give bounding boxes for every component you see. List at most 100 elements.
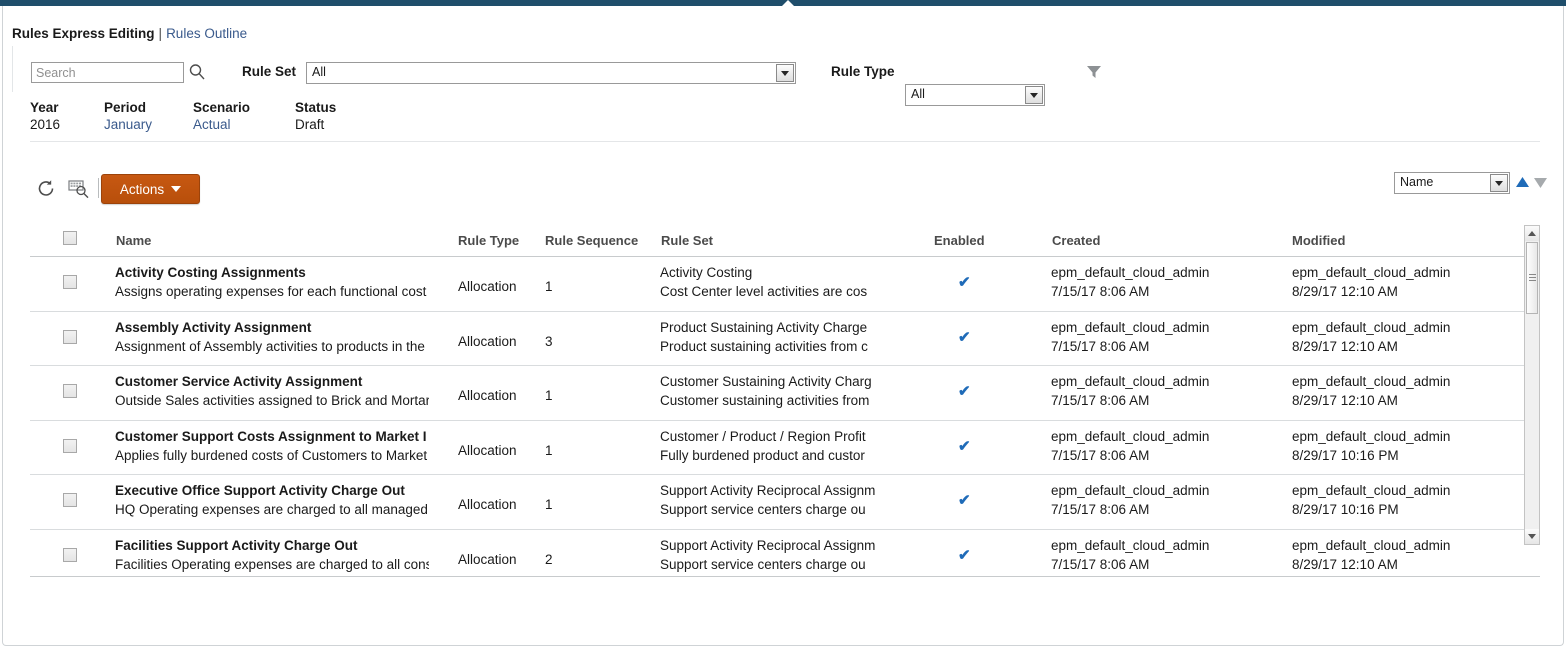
cell-modified: epm_default_cloud_admin8/29/17 10:16 PM (1292, 428, 1512, 465)
pov-period[interactable]: Period January (104, 99, 152, 134)
cell-name[interactable]: Executive Office Support Activity Charge… (115, 482, 429, 519)
scroll-down-arrow-icon[interactable] (1525, 529, 1539, 544)
filter-funnel-icon[interactable] (1084, 62, 1104, 82)
row-checkbox[interactable] (63, 384, 77, 398)
table-body: Activity Costing AssignmentsAssigns oper… (30, 257, 1540, 577)
column-header-rule-sequence[interactable]: Rule Sequence (545, 233, 638, 248)
cell-enabled: ✔ (958, 330, 988, 345)
created-by: epm_default_cloud_admin (1051, 264, 1271, 282)
refresh-icon[interactable] (36, 178, 56, 199)
cell-name[interactable]: Customer Support Costs Assignment to Mar… (115, 428, 429, 465)
rule-name: Executive Office Support Activity Charge… (115, 482, 429, 500)
row-checkbox[interactable] (63, 330, 77, 344)
created-by: epm_default_cloud_admin (1051, 537, 1271, 555)
modified-by: epm_default_cloud_admin (1292, 373, 1512, 391)
cell-rule-sequence: 1 (545, 497, 605, 512)
rule-description: Outside Sales activities assigned to Bri… (115, 391, 429, 410)
cell-rule-type: Allocation (458, 497, 533, 512)
modified-on: 8/29/17 10:16 PM (1292, 446, 1512, 465)
query-by-example-icon[interactable] (68, 179, 90, 199)
cell-rule-set: Customer / Product / Region ProfitFully … (660, 428, 878, 465)
rules-outline-link[interactable]: Rules Outline (166, 26, 247, 41)
cell-rule-set: Customer Sustaining Activity ChargCustom… (660, 373, 878, 410)
cell-modified: epm_default_cloud_admin8/29/17 12:10 AM (1292, 537, 1512, 574)
created-on: 7/15/17 8:06 AM (1051, 391, 1271, 410)
row-checkbox[interactable] (63, 548, 77, 562)
sort-field-select[interactable]: Name (1394, 172, 1510, 194)
rule-name: Activity Costing Assignments (115, 264, 429, 282)
cell-rule-sequence: 1 (545, 388, 605, 403)
chevron-down-icon[interactable] (776, 64, 794, 82)
pov-year-label: Year (30, 99, 60, 116)
pov-period-value[interactable]: January (104, 116, 152, 134)
table-row[interactable]: Customer Support Costs Assignment to Mar… (30, 421, 1540, 476)
enabled-check-icon: ✔ (958, 384, 971, 399)
table-vertical-scrollbar[interactable] (1524, 225, 1540, 545)
search-icon[interactable] (188, 62, 206, 82)
actions-button[interactable]: Actions (101, 174, 200, 204)
enabled-check-icon: ✔ (958, 439, 971, 454)
cell-created: epm_default_cloud_admin7/15/17 8:06 AM (1051, 428, 1271, 465)
table-row[interactable]: Facilities Support Activity Charge OutFa… (30, 530, 1540, 578)
column-header-rule-type[interactable]: Rule Type (458, 233, 519, 248)
cell-rule-set: Product Sustaining Activity ChargeProduc… (660, 319, 878, 356)
column-header-created[interactable]: Created (1052, 233, 1100, 248)
rule-set-label: Rule Set (242, 64, 296, 79)
column-header-enabled[interactable]: Enabled (934, 233, 985, 248)
cell-modified: epm_default_cloud_admin8/29/17 10:16 PM (1292, 482, 1512, 519)
sort-ascending-icon[interactable] (1514, 174, 1531, 191)
pov-scenario[interactable]: Scenario Actual (193, 99, 250, 134)
scrollbar-thumb[interactable] (1526, 242, 1538, 314)
cell-rule-sequence: 1 (545, 279, 605, 294)
modified-by: epm_default_cloud_admin (1292, 537, 1512, 555)
cell-enabled: ✔ (958, 384, 988, 399)
rule-description: Assigns operating expenses for each func… (115, 282, 429, 301)
pov-year-value: 2016 (30, 116, 60, 134)
enabled-check-icon: ✔ (958, 548, 971, 563)
cell-enabled: ✔ (958, 275, 988, 290)
rule-set-select[interactable]: All (306, 62, 796, 84)
cell-rule-sequence: 3 (545, 334, 605, 349)
cell-name[interactable]: Assembly Activity AssignmentAssignment o… (115, 319, 429, 356)
rule-set-name: Support Activity Reciprocal Assignm (660, 482, 878, 500)
cell-modified: epm_default_cloud_admin8/29/17 12:10 AM (1292, 319, 1512, 356)
cell-name[interactable]: Activity Costing AssignmentsAssigns oper… (115, 264, 429, 301)
search-input[interactable] (31, 62, 184, 83)
pov-scenario-value[interactable]: Actual (193, 116, 250, 134)
chevron-down-icon[interactable] (1490, 174, 1508, 192)
column-header-modified[interactable]: Modified (1292, 233, 1345, 248)
rules-express-editing-page: Rules Express Editing|Rules Outline Rule… (0, 0, 1566, 648)
chevron-down-icon[interactable] (1025, 86, 1043, 104)
row-checkbox[interactable] (63, 275, 77, 289)
rule-set-description: Cost Center level activities are cos (660, 282, 878, 301)
row-checkbox[interactable] (63, 493, 77, 507)
pov-year: Year 2016 (30, 99, 60, 134)
rule-set-name: Product Sustaining Activity Charge (660, 319, 878, 337)
cell-name[interactable]: Facilities Support Activity Charge OutFa… (115, 537, 429, 574)
sort-descending-icon[interactable] (1532, 174, 1549, 191)
table-row[interactable]: Assembly Activity AssignmentAssignment o… (30, 312, 1540, 367)
cell-name[interactable]: Customer Service Activity AssignmentOuts… (115, 373, 429, 410)
cell-enabled: ✔ (958, 548, 988, 563)
select-all-checkbox[interactable] (63, 231, 77, 248)
table-row[interactable]: Customer Service Activity AssignmentOuts… (30, 366, 1540, 421)
enabled-check-icon: ✔ (958, 275, 971, 290)
cell-enabled: ✔ (958, 439, 988, 454)
pov-scenario-label: Scenario (193, 99, 250, 116)
table-row[interactable]: Executive Office Support Activity Charge… (30, 475, 1540, 530)
created-by: epm_default_cloud_admin (1051, 482, 1271, 500)
scroll-up-arrow-icon[interactable] (1525, 226, 1539, 241)
actions-button-label: Actions (120, 182, 164, 197)
rule-name: Customer Service Activity Assignment (115, 373, 429, 391)
rule-name: Facilities Support Activity Charge Out (115, 537, 429, 555)
table-row[interactable]: Activity Costing AssignmentsAssigns oper… (30, 257, 1540, 312)
column-header-rule-set[interactable]: Rule Set (661, 233, 713, 248)
cell-rule-sequence: 2 (545, 552, 605, 567)
rule-type-select[interactable]: All (905, 84, 1045, 106)
cell-created: epm_default_cloud_admin7/15/17 8:06 AM (1051, 373, 1271, 410)
row-checkbox[interactable] (63, 439, 77, 453)
cell-rule-set: Support Activity Reciprocal AssignmSuppo… (660, 537, 878, 574)
column-header-name[interactable]: Name (116, 233, 151, 248)
page-header: Rules Express Editing|Rules Outline (12, 26, 247, 42)
toolbar-divider (98, 178, 99, 198)
